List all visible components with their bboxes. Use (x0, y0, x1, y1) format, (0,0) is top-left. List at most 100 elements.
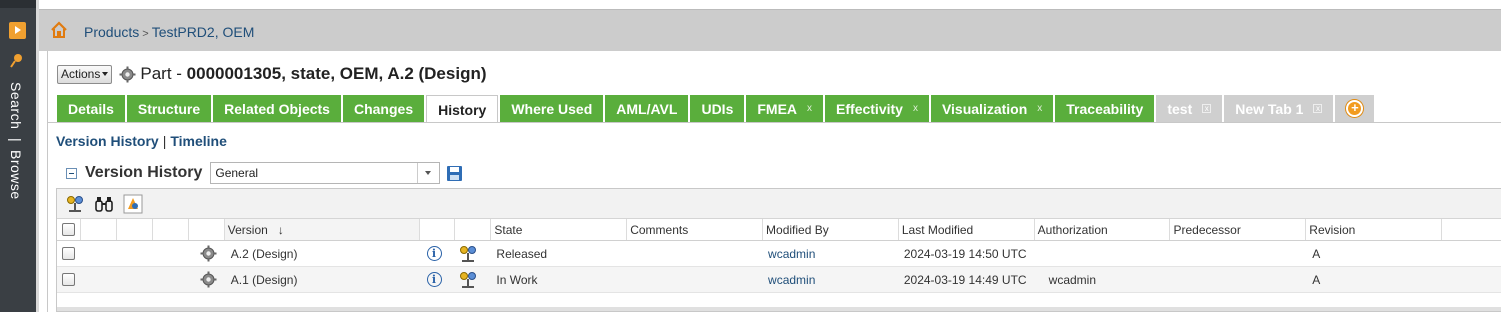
row-comments (627, 241, 763, 266)
tab-udis[interactable]: UDIs (690, 95, 745, 122)
version-history-title: Version History (85, 164, 203, 181)
table-view-select[interactable]: General (210, 162, 441, 184)
row-compare-cell (455, 267, 491, 292)
tab-fmea[interactable]: FMEA x (746, 95, 824, 122)
row-actions-cell (189, 241, 225, 266)
tab-label: UDIs (701, 100, 734, 117)
binoculars-icon[interactable] (94, 194, 114, 214)
row-blank-cell (117, 267, 153, 292)
info-icon[interactable]: i (426, 246, 442, 261)
row-blank-cell (153, 267, 189, 292)
breadcrumb-current[interactable]: TestPRD2, OEM (152, 24, 255, 40)
row-actions-gear-icon[interactable] (200, 271, 217, 288)
row-modified-by[interactable]: wcadmin (763, 241, 899, 266)
tab-visualization[interactable]: Visualization x (930, 95, 1054, 122)
actions-menu-button[interactable]: Actions (57, 64, 113, 84)
tab-effectivity[interactable]: Effectivity x (825, 95, 929, 122)
column-header-blank (153, 219, 189, 240)
close-tab-icon[interactable]: x (807, 103, 812, 114)
home-icon[interactable] (50, 21, 68, 39)
tab-changes[interactable]: Changes (342, 95, 425, 122)
gear-icon[interactable] (119, 66, 136, 83)
compare-icon[interactable] (458, 244, 478, 264)
tab-related-objects[interactable]: Related Objects (213, 95, 341, 122)
object-identity: 0000001305, state, OEM, A.2 (Design) (186, 64, 487, 83)
row-revision: A (1312, 246, 1321, 261)
column-header-state[interactable]: State (491, 219, 628, 240)
row-checkbox[interactable] (62, 273, 75, 286)
row-version: A.2 (Design) (230, 246, 298, 261)
browse-link[interactable]: Browse (8, 150, 24, 200)
row-blank-cell (117, 241, 153, 266)
table-toolbar (57, 189, 1501, 219)
search-link[interactable]: Search (8, 82, 24, 129)
collapse-icon[interactable] (66, 167, 77, 179)
row-filler (1442, 241, 1501, 266)
info-icon[interactable]: i (426, 272, 442, 287)
row-predecessor (1170, 267, 1306, 292)
close-tab-icon[interactable]: x (1037, 103, 1042, 114)
expand-navigator-icon[interactable] (9, 22, 26, 39)
visualization-icon[interactable] (123, 194, 143, 214)
column-header-revision[interactable]: Revision (1306, 219, 1443, 240)
tab-aml-avl[interactable]: AML/AVL (605, 95, 689, 122)
sort-descending-icon: ↓ (277, 222, 284, 237)
tab-label: Traceability (1066, 100, 1144, 117)
row-actions-gear-icon[interactable] (200, 245, 217, 262)
row-blank-cell (153, 241, 189, 266)
object-type: Part - (140, 64, 187, 83)
close-tab-icon[interactable]: x (1313, 104, 1323, 113)
chevron-down-icon[interactable] (417, 163, 439, 183)
breadcrumb: Products > TestPRD2, OEM (84, 24, 254, 40)
save-view-icon[interactable] (446, 165, 463, 182)
select-all-checkbox[interactable] (62, 223, 75, 236)
tab-new-tab-1[interactable]: New Tab 1 x (1224, 95, 1334, 122)
tab-label: History (438, 101, 487, 118)
add-tab-button[interactable]: + (1335, 95, 1375, 122)
column-header-authorization[interactable]: Authorization (1035, 219, 1171, 240)
column-header-info (420, 219, 456, 240)
column-header-modified-by[interactable]: Modified By (763, 219, 899, 240)
tab-bar: Details Structure Related Objects Changes Hi… (57, 95, 1376, 123)
tab-label: Changes (353, 100, 414, 117)
version-history-link[interactable]: Version History (56, 133, 159, 149)
tab-history[interactable]: History (426, 95, 499, 123)
compare-icon[interactable] (458, 270, 478, 290)
breadcrumb-products[interactable]: Products (84, 24, 139, 40)
tab-structure[interactable]: Structure (126, 95, 212, 122)
row-checkbox[interactable] (62, 247, 75, 260)
row-revision: A (1312, 272, 1321, 287)
tab-details[interactable]: Details (57, 95, 125, 122)
row-select-cell (57, 267, 81, 292)
row-state: Released (496, 246, 548, 261)
row-last-modified: 2024-03-19 14:49 UTC (903, 272, 1027, 287)
version-history-header: Version History General (66, 162, 463, 184)
row-modified-by[interactable]: wcadmin (763, 267, 899, 292)
tab-where-used[interactable]: Where Used (500, 95, 604, 122)
row-filler (1442, 267, 1501, 292)
compare-icon[interactable] (65, 194, 85, 214)
tab-label: Related Objects (224, 100, 330, 117)
pin-icon[interactable] (9, 52, 26, 69)
table-header-row: Version ↓ State Comments Modified By Las… (57, 219, 1501, 241)
column-header-comments[interactable]: Comments (627, 219, 764, 240)
tab-traceability[interactable]: Traceability (1055, 95, 1155, 122)
main-panel: Actions Part - 0000001305, state, OEM, A… (47, 51, 1501, 312)
search-browse-toggle[interactable]: Search | Browse (8, 82, 24, 200)
tab-test[interactable]: test x (1156, 95, 1223, 122)
column-header-last-modified[interactable]: Last Modified (899, 219, 1035, 240)
column-header-predecessor[interactable]: Predecessor (1170, 219, 1307, 240)
tab-label: Effectivity (836, 100, 903, 117)
info-page-header: Actions Part - 0000001305, state, OEM, A… (57, 63, 487, 85)
table-row[interactable]: A.1 (Design) i In Work wcadmin 2024-03-19 14… (57, 267, 1501, 293)
tab-label: test (1167, 100, 1193, 117)
table-row[interactable]: A.2 (Design) i Released wcadmin 2024-03-19 1… (57, 241, 1501, 267)
timeline-link[interactable]: Timeline (170, 133, 227, 149)
row-predecessor (1170, 241, 1306, 266)
page-title: Part - 0000001305, state, OEM, A.2 (Desi… (140, 64, 486, 84)
row-last-modified: 2024-03-19 14:50 UTC (903, 246, 1027, 261)
close-tab-icon[interactable]: x (1202, 104, 1212, 113)
close-tab-icon[interactable]: x (913, 103, 918, 114)
breadcrumb-separator: > (142, 28, 149, 40)
column-header-version[interactable]: Version ↓ (224, 219, 420, 240)
